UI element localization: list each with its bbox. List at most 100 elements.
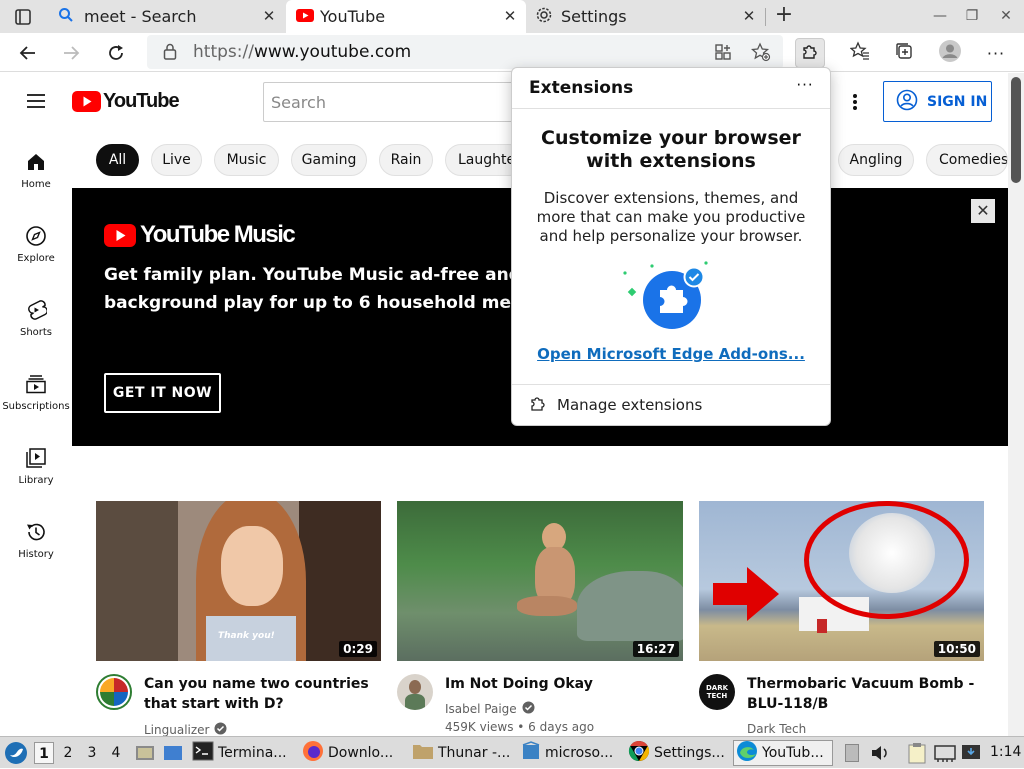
lock-icon[interactable] bbox=[163, 43, 177, 64]
favorites-button[interactable] bbox=[845, 38, 875, 68]
taskbar-app-microsoft[interactable]: microso... bbox=[521, 740, 621, 766]
menu-icon[interactable] bbox=[26, 93, 46, 113]
manage-extensions-item[interactable]: Manage extensions bbox=[512, 386, 830, 424]
sidebar-item-explore[interactable]: Explore bbox=[0, 225, 72, 264]
page-scrollbar[interactable] bbox=[1008, 73, 1024, 736]
sign-in-label: SIGN IN bbox=[927, 93, 988, 110]
video-thumbnail[interactable]: 10:50 bbox=[699, 501, 984, 661]
extension-puzzle-illustration-icon bbox=[620, 260, 710, 336]
home-icon bbox=[28, 154, 44, 170]
chip-rain[interactable]: Rain bbox=[379, 144, 433, 176]
network-icon[interactable] bbox=[934, 743, 956, 767]
profile-button[interactable] bbox=[935, 38, 965, 68]
tab-meet-search[interactable]: meet - Search ✕ bbox=[48, 0, 285, 33]
taskbar-app-settings[interactable]: Settings... bbox=[628, 740, 728, 766]
youtube-music-logo-icon bbox=[104, 223, 136, 247]
refresh-button[interactable] bbox=[101, 38, 131, 68]
restore-button[interactable]: ❐ bbox=[962, 6, 982, 26]
new-tab-button[interactable]: + bbox=[772, 4, 796, 28]
app-available-icon[interactable] bbox=[714, 43, 732, 65]
scrollbar-thumb[interactable] bbox=[1011, 77, 1021, 183]
settings-and-more-button[interactable]: ··· bbox=[981, 38, 1011, 68]
workspace-3[interactable]: 3 bbox=[82, 742, 102, 764]
video-thumbnail[interactable]: 16:27 bbox=[397, 501, 683, 661]
clipboard-icon[interactable] bbox=[907, 742, 927, 768]
search-icon bbox=[58, 7, 74, 27]
sidebar-item-shorts[interactable]: Shorts bbox=[0, 299, 72, 338]
tab-youtube[interactable]: YouTube ✕ bbox=[286, 0, 526, 33]
url-text[interactable]: https://www.youtube.com bbox=[193, 42, 411, 62]
tab-actions-icon[interactable] bbox=[14, 8, 32, 30]
chip-comedies[interactable]: Comedies bbox=[926, 144, 1008, 176]
channel-avatar[interactable] bbox=[397, 674, 433, 710]
popup-heading: Customize your browser with extensions bbox=[541, 127, 801, 172]
tray-indicator-icon[interactable] bbox=[845, 744, 859, 762]
workspace-1[interactable]: 1 bbox=[34, 742, 54, 764]
sidebar-item-library[interactable]: Library bbox=[0, 447, 72, 486]
extensions-button[interactable] bbox=[795, 38, 825, 68]
taskbar-app-thunar[interactable]: Thunar -... bbox=[412, 740, 512, 766]
chip-angling[interactable]: Angling bbox=[838, 144, 914, 176]
avatar-body bbox=[405, 694, 425, 710]
show-desktop-icon[interactable] bbox=[134, 742, 156, 768]
more-options-icon[interactable] bbox=[847, 93, 863, 115]
address-bar[interactable]: https://www.youtube.com bbox=[147, 35, 783, 69]
tab-settings[interactable]: Settings ✕ bbox=[527, 0, 765, 33]
channel-name[interactable]: Lingualizer bbox=[144, 722, 227, 736]
close-tab-icon[interactable]: ✕ bbox=[502, 8, 518, 24]
sidebar-item-subscriptions[interactable]: Subscriptions bbox=[0, 373, 72, 412]
video-title[interactable]: Can you name two countries that start wi… bbox=[144, 674, 374, 714]
channel-label: Isabel Paige bbox=[445, 702, 517, 716]
add-favorite-icon[interactable] bbox=[750, 42, 771, 66]
channel-label: Lingualizer bbox=[144, 723, 210, 736]
volume-icon[interactable] bbox=[870, 743, 890, 767]
taskbar-app-label: Settings... bbox=[654, 745, 725, 761]
channel-avatar[interactable]: DARK TECH bbox=[699, 674, 735, 710]
channel-name[interactable]: Dark Tech bbox=[747, 722, 806, 736]
taskbar-app-youtube[interactable]: YouTub... bbox=[733, 740, 833, 766]
youtube-logo[interactable]: YouTube bbox=[72, 90, 180, 113]
close-window-button[interactable]: ✕ bbox=[996, 6, 1016, 26]
back-button[interactable] bbox=[13, 38, 43, 68]
sidebar-label: Explore bbox=[17, 253, 55, 264]
minimize-button[interactable]: — bbox=[930, 6, 950, 26]
taskbar-app-terminal[interactable]: Termina... bbox=[192, 740, 294, 766]
video-stats: 459K views • 6 days ago bbox=[445, 720, 595, 734]
close-tab-icon[interactable]: ✕ bbox=[261, 8, 277, 24]
close-banner-button[interactable]: ✕ bbox=[971, 199, 995, 223]
channel-name[interactable]: Isabel Paige bbox=[445, 701, 535, 717]
channel-avatar[interactable] bbox=[96, 674, 132, 710]
workspace-2[interactable]: 2 bbox=[58, 742, 78, 764]
chip-all[interactable]: All bbox=[96, 144, 139, 176]
forward-button[interactable] bbox=[56, 38, 86, 68]
firefox-icon bbox=[302, 740, 324, 766]
thumbnail-rock bbox=[577, 571, 683, 641]
sidebar-item-history[interactable]: History bbox=[0, 521, 72, 560]
workspace-4[interactable]: 4 bbox=[106, 742, 126, 764]
update-notifier-icon[interactable] bbox=[961, 743, 981, 767]
popup-more-button[interactable]: ··· bbox=[793, 76, 817, 98]
video-title[interactable]: Im Not Doing Okay bbox=[445, 674, 675, 694]
banner-headline-line1: Get family plan. YouTube Music ad-free a… bbox=[104, 265, 521, 285]
chip-gaming[interactable]: Gaming bbox=[291, 144, 367, 176]
sidebar-item-home[interactable]: Home bbox=[0, 151, 72, 190]
video-thumbnail[interactable]: Thank you! 0:29 bbox=[96, 501, 381, 661]
clock: 1:14 bbox=[990, 744, 1022, 760]
avatar-icon bbox=[938, 39, 962, 67]
video-title[interactable]: Thermobaric Vacuum Bomb - BLU-118/B bbox=[747, 674, 977, 714]
chip-live[interactable]: Live bbox=[151, 144, 202, 176]
window-icon[interactable] bbox=[162, 742, 184, 768]
start-menu-icon[interactable] bbox=[4, 741, 28, 769]
taskbar-app-label: microso... bbox=[545, 745, 614, 761]
close-tab-icon[interactable]: ✕ bbox=[741, 8, 757, 24]
taskbar-app-downloads[interactable]: Downlo... bbox=[302, 740, 402, 766]
avatar-head bbox=[409, 680, 421, 694]
get-it-now-button[interactable]: GET IT NOW bbox=[104, 373, 221, 413]
chip-music[interactable]: Music bbox=[214, 144, 279, 176]
collections-button[interactable] bbox=[889, 38, 919, 68]
search-input[interactable]: Search bbox=[263, 82, 523, 122]
edge-addons-link[interactable]: Open Microsoft Edge Add-ons... bbox=[512, 345, 830, 363]
favorites-icon bbox=[849, 41, 870, 65]
sign-in-button[interactable]: SIGN IN bbox=[883, 81, 992, 122]
collections-icon bbox=[894, 41, 914, 65]
